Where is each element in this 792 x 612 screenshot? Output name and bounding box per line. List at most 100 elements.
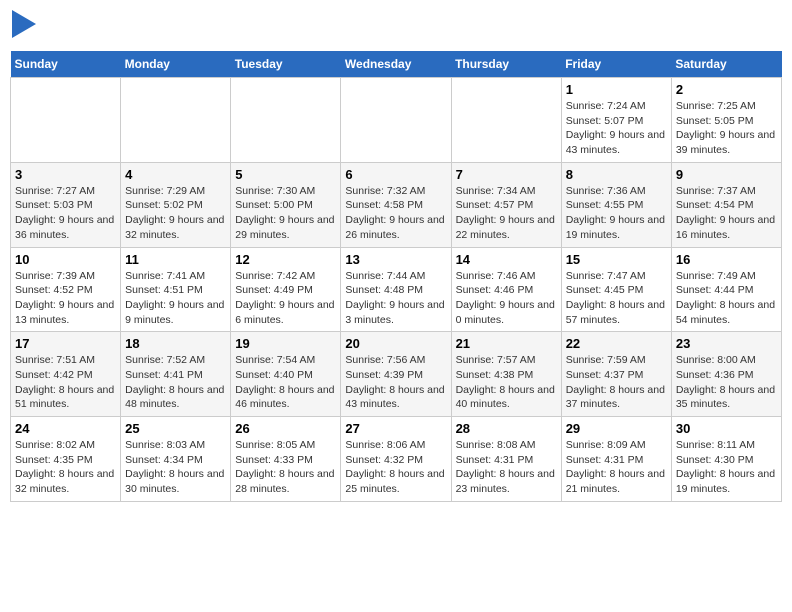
- day-info: Sunrise: 7:52 AM Sunset: 4:41 PM Dayligh…: [125, 353, 226, 412]
- weekday-header-wednesday: Wednesday: [341, 51, 451, 78]
- day-info: Sunrise: 7:34 AM Sunset: 4:57 PM Dayligh…: [456, 184, 557, 243]
- calendar-cell: 19 Sunrise: 7:54 AM Sunset: 4:40 PM Dayli…: [231, 332, 341, 417]
- day-number: 30: [676, 421, 777, 436]
- day-number: 27: [345, 421, 446, 436]
- day-info: Sunrise: 7:59 AM Sunset: 4:37 PM Dayligh…: [566, 353, 667, 412]
- weekday-header-monday: Monday: [121, 51, 231, 78]
- day-number: 9: [676, 167, 777, 182]
- day-number: 14: [456, 252, 557, 267]
- calendar-cell: 27 Sunrise: 8:06 AM Sunset: 4:32 PM Dayli…: [341, 417, 451, 502]
- day-info: Sunrise: 7:27 AM Sunset: 5:03 PM Dayligh…: [15, 184, 116, 243]
- day-info: Sunrise: 7:51 AM Sunset: 4:42 PM Dayligh…: [15, 353, 116, 412]
- logo-icon: [12, 10, 36, 38]
- weekday-header-friday: Friday: [561, 51, 671, 78]
- page-header: [10, 10, 782, 43]
- calendar-cell: [231, 78, 341, 163]
- calendar-cell: 5 Sunrise: 7:30 AM Sunset: 5:00 PM Daylig…: [231, 162, 341, 247]
- weekday-header-sunday: Sunday: [11, 51, 121, 78]
- day-info: Sunrise: 7:24 AM Sunset: 5:07 PM Dayligh…: [566, 99, 667, 158]
- day-info: Sunrise: 7:42 AM Sunset: 4:49 PM Dayligh…: [235, 269, 336, 328]
- calendar-cell: 13 Sunrise: 7:44 AM Sunset: 4:48 PM Dayli…: [341, 247, 451, 332]
- day-info: Sunrise: 7:25 AM Sunset: 5:05 PM Dayligh…: [676, 99, 777, 158]
- logo: [10, 10, 36, 43]
- day-number: 21: [456, 336, 557, 351]
- calendar-cell: 29 Sunrise: 8:09 AM Sunset: 4:31 PM Dayli…: [561, 417, 671, 502]
- calendar-cell: 4 Sunrise: 7:29 AM Sunset: 5:02 PM Daylig…: [121, 162, 231, 247]
- day-number: 23: [676, 336, 777, 351]
- calendar-cell: 30 Sunrise: 8:11 AM Sunset: 4:30 PM Dayli…: [671, 417, 781, 502]
- day-number: 1: [566, 82, 667, 97]
- day-number: 25: [125, 421, 226, 436]
- calendar-cell: 3Sunrise: 7:27 AM Sunset: 5:03 PM Daylig…: [11, 162, 121, 247]
- calendar-cell: 18 Sunrise: 7:52 AM Sunset: 4:41 PM Dayli…: [121, 332, 231, 417]
- calendar-cell: 24Sunrise: 8:02 AM Sunset: 4:35 PM Dayli…: [11, 417, 121, 502]
- calendar-cell: 6 Sunrise: 7:32 AM Sunset: 4:58 PM Daylig…: [341, 162, 451, 247]
- day-info: Sunrise: 7:56 AM Sunset: 4:39 PM Dayligh…: [345, 353, 446, 412]
- weekday-header-saturday: Saturday: [671, 51, 781, 78]
- day-info: Sunrise: 7:46 AM Sunset: 4:46 PM Dayligh…: [456, 269, 557, 328]
- day-info: Sunrise: 7:32 AM Sunset: 4:58 PM Dayligh…: [345, 184, 446, 243]
- day-info: Sunrise: 7:37 AM Sunset: 4:54 PM Dayligh…: [676, 184, 777, 243]
- day-number: 18: [125, 336, 226, 351]
- day-info: Sunrise: 7:30 AM Sunset: 5:00 PM Dayligh…: [235, 184, 336, 243]
- day-number: 13: [345, 252, 446, 267]
- calendar-cell: 17 Sunrise: 7:51 AM Sunset: 4:42 PM Dayli…: [11, 332, 121, 417]
- day-number: 17: [15, 336, 116, 351]
- calendar-week-2: 3Sunrise: 7:27 AM Sunset: 5:03 PM Daylig…: [11, 162, 782, 247]
- calendar-cell: 2 Sunrise: 7:25 AM Sunset: 5:05 PM Daylig…: [671, 78, 781, 163]
- calendar-cell: 21 Sunrise: 7:57 AM Sunset: 4:38 PM Dayli…: [451, 332, 561, 417]
- calendar-cell: 23 Sunrise: 8:00 AM Sunset: 4:36 PM Dayli…: [671, 332, 781, 417]
- calendar-cell: 20 Sunrise: 7:56 AM Sunset: 4:39 PM Dayli…: [341, 332, 451, 417]
- day-info: Sunrise: 8:08 AM Sunset: 4:31 PM Dayligh…: [456, 438, 557, 497]
- day-info: Sunrise: 8:00 AM Sunset: 4:36 PM Dayligh…: [676, 353, 777, 412]
- calendar-cell: 11Sunrise: 7:41 AM Sunset: 4:51 PM Dayli…: [121, 247, 231, 332]
- calendar-cell: [451, 78, 561, 163]
- day-info: Sunrise: 8:09 AM Sunset: 4:31 PM Dayligh…: [566, 438, 667, 497]
- day-info: Sunrise: 7:54 AM Sunset: 4:40 PM Dayligh…: [235, 353, 336, 412]
- day-info: Sunrise: 7:47 AM Sunset: 4:45 PM Dayligh…: [566, 269, 667, 328]
- calendar-cell: 8 Sunrise: 7:36 AM Sunset: 4:55 PM Daylig…: [561, 162, 671, 247]
- day-number: 8: [566, 167, 667, 182]
- calendar-table: SundayMondayTuesdayWednesdayThursdayFrid…: [10, 51, 782, 502]
- day-number: 4: [125, 167, 226, 182]
- day-number: 6: [345, 167, 446, 182]
- calendar-week-3: 10 Sunrise: 7:39 AM Sunset: 4:52 PM Dayli…: [11, 247, 782, 332]
- calendar-cell: 10 Sunrise: 7:39 AM Sunset: 4:52 PM Dayli…: [11, 247, 121, 332]
- day-number: 29: [566, 421, 667, 436]
- calendar-cell: 7Sunrise: 7:34 AM Sunset: 4:57 PM Daylig…: [451, 162, 561, 247]
- day-number: 10: [15, 252, 116, 267]
- calendar-cell: 12 Sunrise: 7:42 AM Sunset: 4:49 PM Dayli…: [231, 247, 341, 332]
- weekday-header-tuesday: Tuesday: [231, 51, 341, 78]
- day-info: Sunrise: 8:06 AM Sunset: 4:32 PM Dayligh…: [345, 438, 446, 497]
- day-info: Sunrise: 8:11 AM Sunset: 4:30 PM Dayligh…: [676, 438, 777, 497]
- calendar-cell: [121, 78, 231, 163]
- day-number: 24: [15, 421, 116, 436]
- calendar-cell: 15 Sunrise: 7:47 AM Sunset: 4:45 PM Dayli…: [561, 247, 671, 332]
- day-number: 15: [566, 252, 667, 267]
- calendar-cell: 28 Sunrise: 8:08 AM Sunset: 4:31 PM Dayli…: [451, 417, 561, 502]
- day-number: 2: [676, 82, 777, 97]
- calendar-week-5: 24Sunrise: 8:02 AM Sunset: 4:35 PM Dayli…: [11, 417, 782, 502]
- day-info: Sunrise: 7:57 AM Sunset: 4:38 PM Dayligh…: [456, 353, 557, 412]
- calendar-cell: 22Sunrise: 7:59 AM Sunset: 4:37 PM Dayli…: [561, 332, 671, 417]
- day-info: Sunrise: 7:36 AM Sunset: 4:55 PM Dayligh…: [566, 184, 667, 243]
- calendar-header-row: SundayMondayTuesdayWednesdayThursdayFrid…: [11, 51, 782, 78]
- day-number: 19: [235, 336, 336, 351]
- calendar-cell: [341, 78, 451, 163]
- calendar-week-4: 17 Sunrise: 7:51 AM Sunset: 4:42 PM Dayli…: [11, 332, 782, 417]
- day-info: Sunrise: 7:29 AM Sunset: 5:02 PM Dayligh…: [125, 184, 226, 243]
- day-number: 12: [235, 252, 336, 267]
- day-number: 26: [235, 421, 336, 436]
- day-number: 20: [345, 336, 446, 351]
- calendar-cell: 26Sunrise: 8:05 AM Sunset: 4:33 PM Dayli…: [231, 417, 341, 502]
- day-info: Sunrise: 7:44 AM Sunset: 4:48 PM Dayligh…: [345, 269, 446, 328]
- calendar-cell: [11, 78, 121, 163]
- calendar-cell: 9 Sunrise: 7:37 AM Sunset: 4:54 PM Daylig…: [671, 162, 781, 247]
- day-number: 28: [456, 421, 557, 436]
- day-info: Sunrise: 8:03 AM Sunset: 4:34 PM Dayligh…: [125, 438, 226, 497]
- day-info: Sunrise: 7:39 AM Sunset: 4:52 PM Dayligh…: [15, 269, 116, 328]
- calendar-cell: 16Sunrise: 7:49 AM Sunset: 4:44 PM Dayli…: [671, 247, 781, 332]
- calendar-cell: 14 Sunrise: 7:46 AM Sunset: 4:46 PM Dayli…: [451, 247, 561, 332]
- day-number: 5: [235, 167, 336, 182]
- calendar-cell: 25 Sunrise: 8:03 AM Sunset: 4:34 PM Dayli…: [121, 417, 231, 502]
